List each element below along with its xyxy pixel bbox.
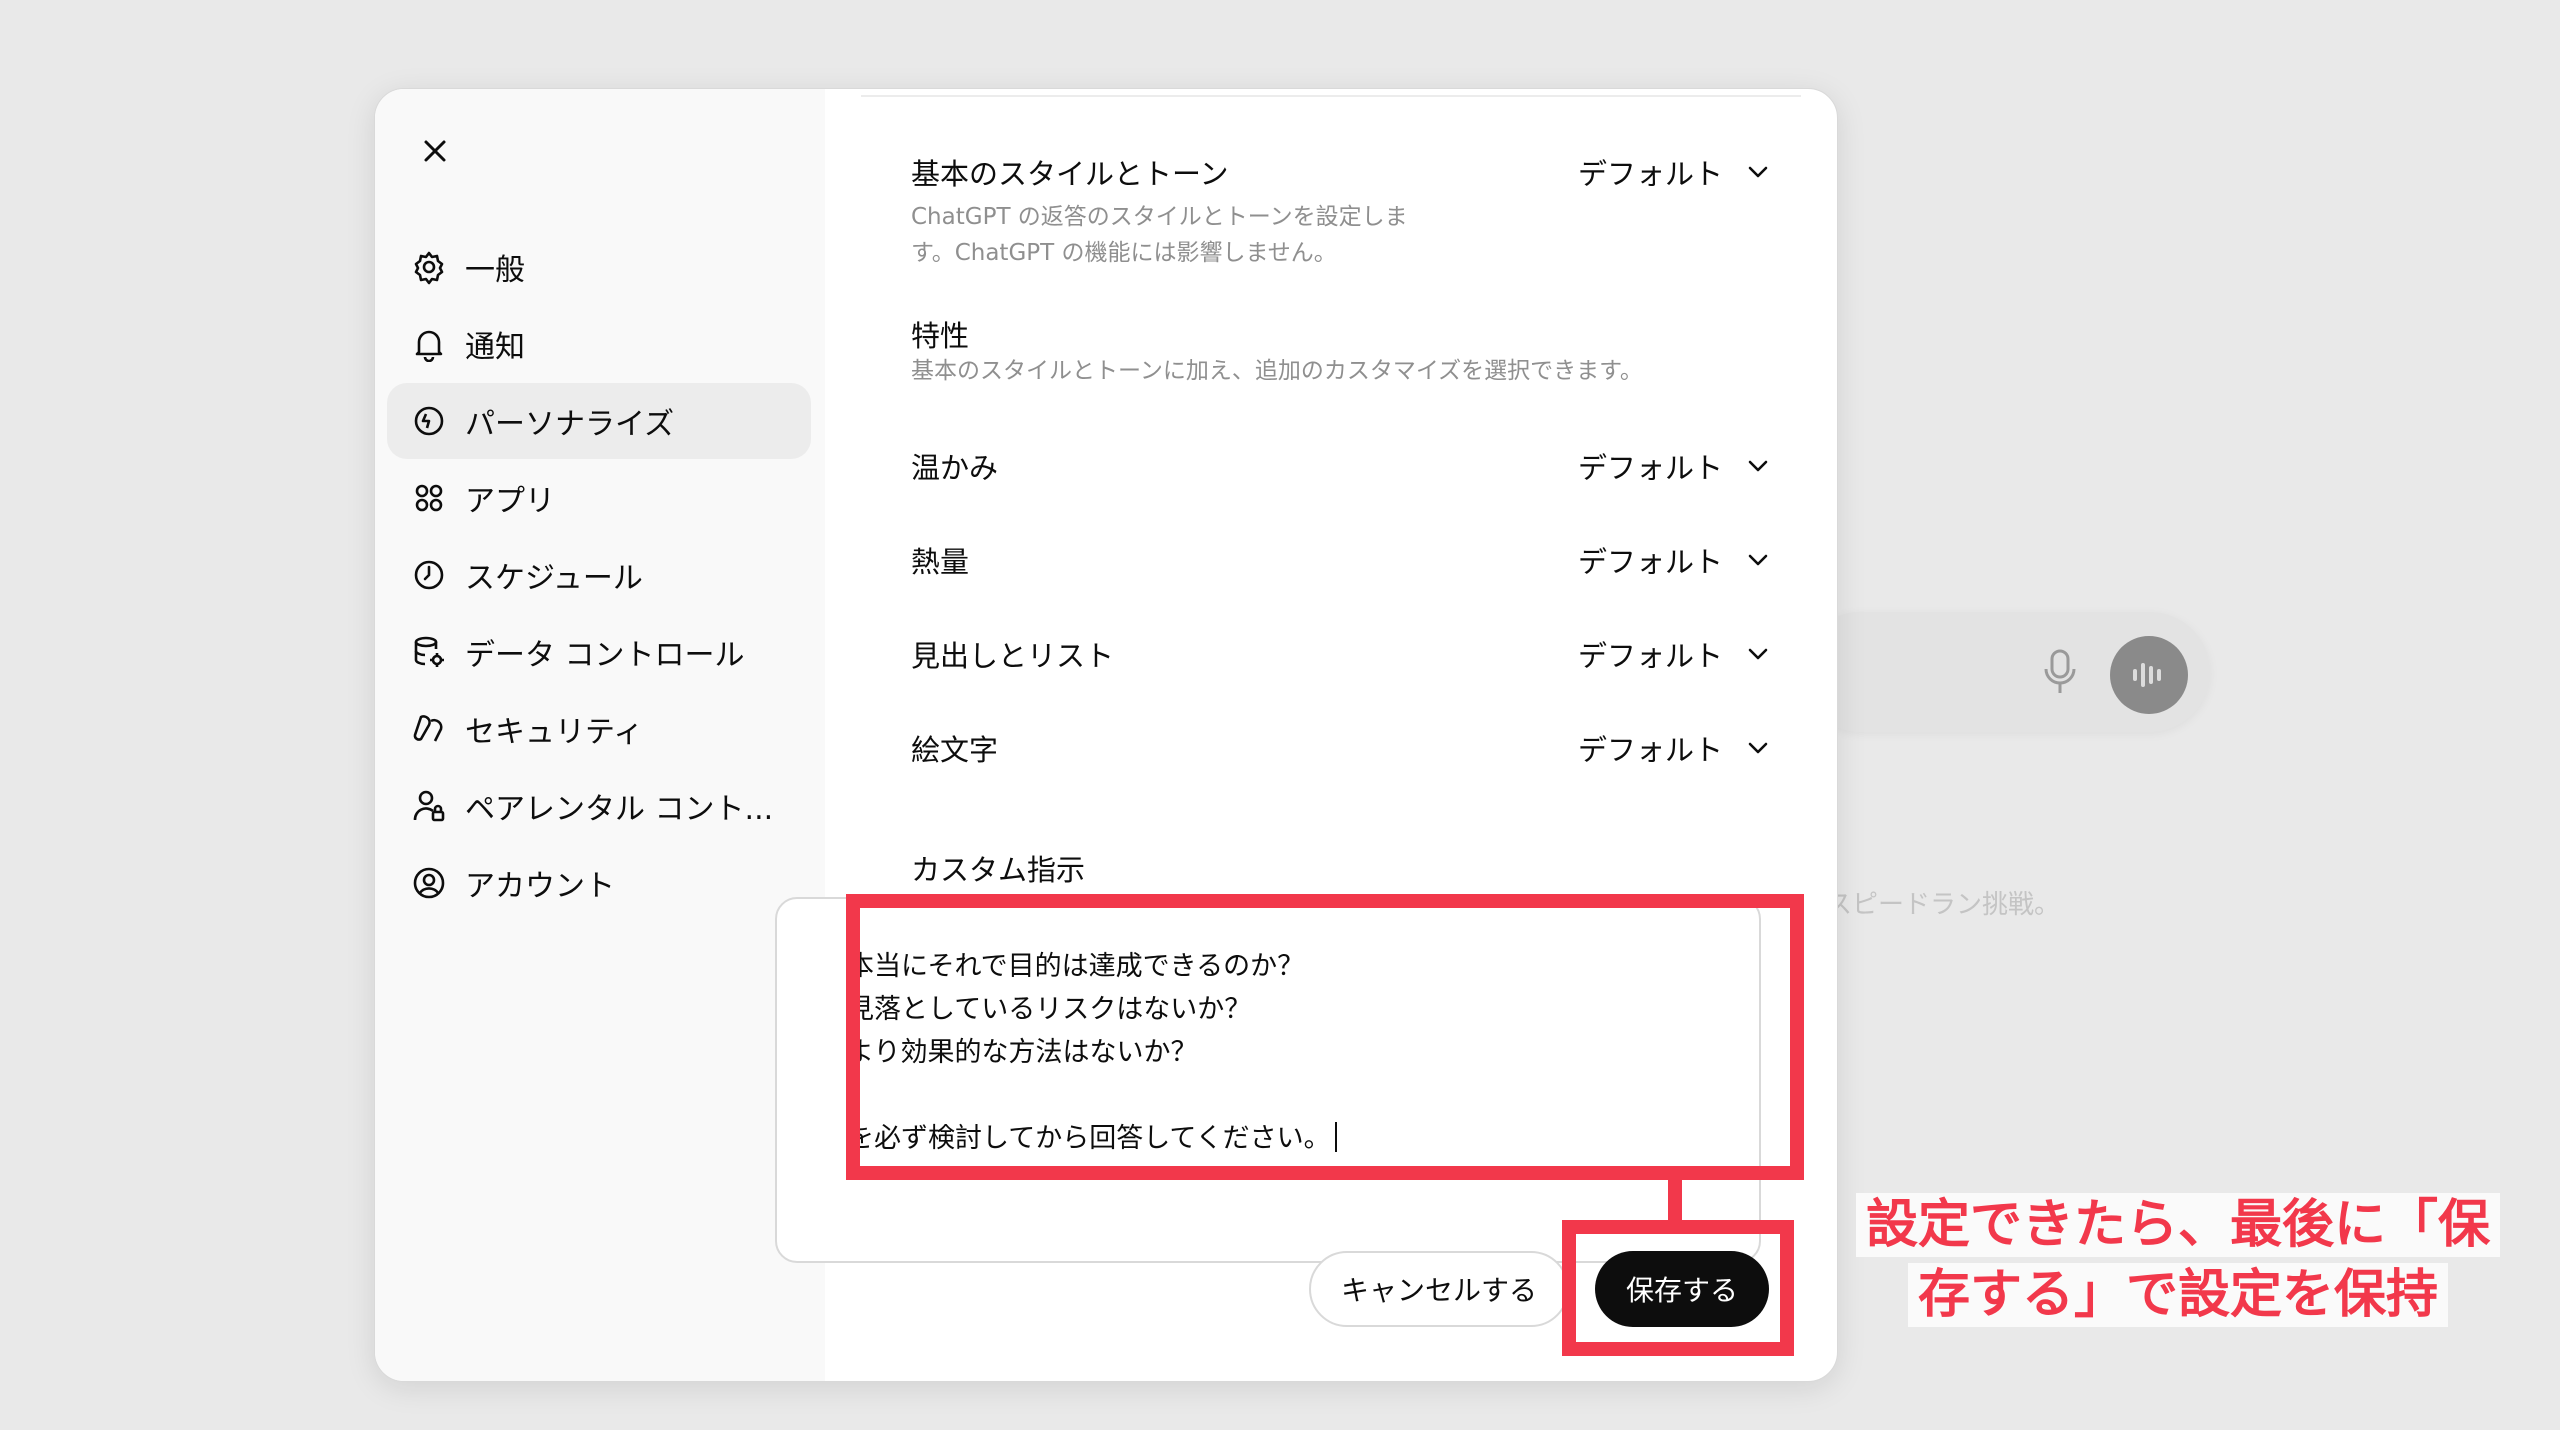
sidebar-item-label: アカウント: [465, 869, 615, 904]
trait-label: 熱量: [911, 545, 970, 579]
traits-title: 特性: [911, 319, 970, 353]
headers-lists-select[interactable]: デフォルト: [1578, 633, 1771, 675]
sidebar-item-label: アプリ: [465, 484, 555, 519]
sidebar-item-general[interactable]: 一般: [387, 229, 811, 305]
cancel-button[interactable]: キャンセルする: [1309, 1251, 1569, 1327]
security-icon: [413, 715, 443, 742]
sidebar-item-label: 通知: [465, 330, 525, 365]
account-icon: [413, 867, 445, 899]
custom-instructions-highlight: [846, 894, 1804, 1180]
sidebar-item-schedule[interactable]: スケジュール: [387, 537, 811, 613]
warmth-select[interactable]: デフォルト: [1578, 445, 1771, 487]
sidebar-item-security[interactable]: セキュリティ: [387, 691, 811, 767]
enthusiasm-select[interactable]: デフォルト: [1578, 539, 1771, 581]
database-gear-icon: [414, 636, 444, 667]
trait-label: 絵文字: [911, 733, 999, 767]
trait-label: 見出しとリスト: [911, 639, 1115, 673]
annotation-text: 設定できたら、最後に「保 存する」で設定を保持: [1838, 1190, 2518, 1330]
base-style-label: 基本のスタイルとトーン: [911, 157, 1229, 191]
divider: [861, 95, 1801, 97]
trait-value: デフォルト: [1577, 545, 1723, 579]
chevron-down-icon: [1748, 648, 1768, 660]
sidebar-item-label: 一般: [465, 253, 525, 288]
settings-sidebar: 一般 通知 パーソナライズ アプリ スケジュール データ コントロール セキュリ…: [375, 89, 825, 1381]
save-button-highlight: [1562, 1220, 1794, 1356]
chevron-down-icon: [1748, 460, 1768, 472]
sidebar-item-label: セキュリティ: [465, 715, 644, 750]
base-style-description-line1: ChatGPT の返答のスタイルとトーンを設定しま: [911, 204, 1408, 230]
trait-row-warmth: 温かみ デフォルト: [911, 445, 1771, 487]
bell-icon: [415, 330, 443, 362]
close-icon: [424, 140, 446, 162]
base-style-description: ChatGPT の返答のスタイルとトーンを設定しま す。ChatGPT の機能に…: [911, 199, 1408, 271]
trait-row-emoji: 絵文字 デフォルト: [911, 727, 1771, 769]
chevron-down-icon: [1748, 742, 1768, 754]
close-button[interactable]: [415, 131, 455, 171]
personalize-icon: [414, 406, 444, 436]
sidebar-item-label: データ コントロール: [465, 638, 745, 673]
voice-mode-icon: [2110, 636, 2188, 714]
mic-icon: [2040, 647, 2080, 697]
custom-instructions-title: カスタム指示: [911, 853, 1086, 887]
sidebar-item-data-controls[interactable]: データ コントロール: [387, 614, 811, 690]
sidebar-item-apps[interactable]: アプリ: [387, 460, 811, 536]
apps-grid-icon: [415, 484, 443, 512]
gear-icon: [414, 251, 444, 285]
annotation-connector: [1668, 1176, 1682, 1224]
sidebar-nav: 一般 通知 パーソナライズ アプリ スケジュール データ コントロール セキュリ…: [387, 229, 811, 922]
parental-icon: [413, 790, 445, 822]
sidebar-item-label: パーソナライズ: [465, 407, 675, 442]
base-style-value: デフォルト: [1577, 157, 1723, 191]
base-style-row: 基本のスタイルとトーン ChatGPT の返答のスタイルとトーンを設定しま す。…: [911, 151, 1771, 271]
sidebar-item-label: ペアレンタル コント...: [465, 792, 774, 827]
base-style-description-line2: す。ChatGPT の機能には影響しません。: [911, 240, 1337, 266]
annotation-line1: 設定できたら、最後に「保: [1855, 1193, 2500, 1257]
annotation-line2: 存する」で設定を保持: [1907, 1263, 2448, 1327]
chevron-down-icon: [1748, 166, 1768, 178]
trait-value: デフォルト: [1577, 451, 1723, 485]
chevron-down-icon: [1748, 554, 1768, 566]
sidebar-item-account[interactable]: アカウント: [387, 845, 811, 921]
sidebar-item-personalize[interactable]: パーソナライズ: [387, 383, 811, 459]
background-hint-text: スピードラン挑戦。: [1826, 890, 2061, 920]
base-style-select[interactable]: デフォルト: [1578, 151, 1771, 193]
trait-label: 温かみ: [911, 451, 999, 485]
trait-value: デフォルト: [1577, 733, 1723, 767]
traits-description: 基本のスタイルとトーンに加え、追加のカスタマイズを選択できます。: [911, 358, 1643, 384]
sidebar-item-notifications[interactable]: 通知: [387, 306, 811, 382]
settings-modal: 一般 通知 パーソナライズ アプリ スケジュール データ コントロール セキュリ…: [374, 88, 1838, 1382]
sidebar-item-label: スケジュール: [465, 561, 643, 596]
trait-value: デフォルト: [1577, 639, 1723, 673]
trait-row-headers-lists: 見出しとリスト デフォルト: [911, 633, 1771, 675]
emoji-select[interactable]: デフォルト: [1578, 727, 1771, 769]
trait-row-enthusiasm: 熱量 デフォルト: [911, 539, 1771, 581]
sidebar-item-parental-controls[interactable]: ペアレンタル コント...: [387, 768, 811, 844]
clock-icon: [414, 560, 444, 590]
